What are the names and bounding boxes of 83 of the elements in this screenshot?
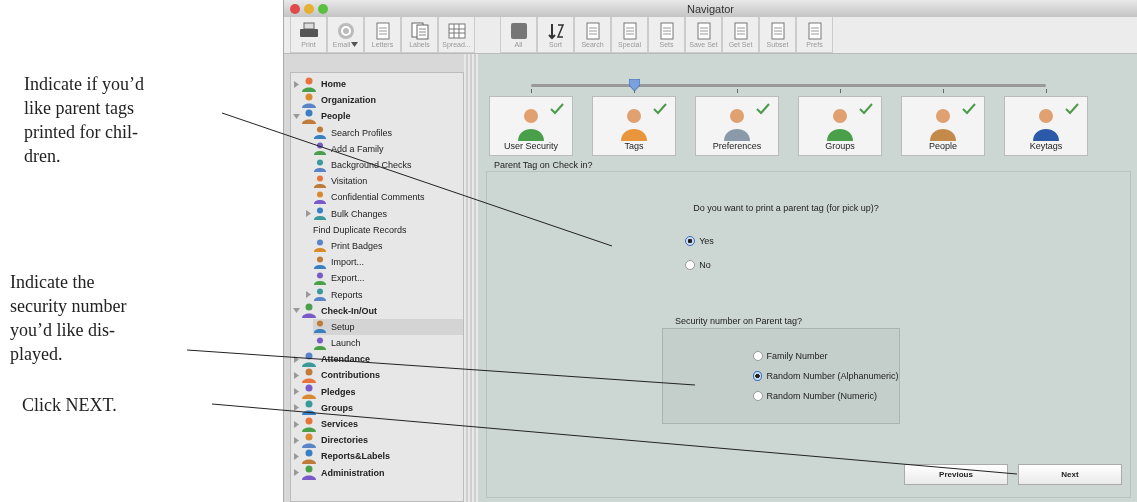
- wizard-step-button[interactable]: Groups: [798, 96, 882, 156]
- expanded-triangle-icon[interactable]: [292, 307, 300, 315]
- person-icon: [313, 142, 327, 156]
- sidebar-item[interactable]: Import...: [313, 254, 463, 271]
- person-icon: [313, 207, 327, 221]
- wizard-step-button[interactable]: User Security: [489, 96, 573, 156]
- sidebar-item[interactable]: Directories: [301, 432, 463, 449]
- sidebar-item[interactable]: People: [301, 108, 463, 125]
- person-icon: [313, 239, 327, 253]
- sidebar-item[interactable]: Visitation: [313, 173, 463, 190]
- person-icon: [301, 448, 317, 464]
- person-icon: [313, 336, 327, 350]
- person-icon: [313, 255, 327, 269]
- person-icon: [301, 465, 317, 481]
- sidebar-item[interactable]: Services: [301, 415, 463, 433]
- minimize-icon[interactable]: [304, 3, 314, 14]
- close-icon[interactable]: [290, 3, 300, 14]
- sidebar-item[interactable]: Home: [301, 76, 463, 93]
- person-icon: [313, 320, 327, 334]
- sidebar-item[interactable]: Add a Family: [313, 140, 463, 157]
- sidebar-item[interactable]: Groups: [301, 399, 463, 416]
- sidebar-item[interactable]: Pledges: [301, 383, 463, 400]
- square-icon: [508, 21, 529, 40]
- person-icon: [301, 416, 317, 432]
- sidebar-item[interactable]: Bulk Changes: [313, 205, 463, 222]
- sidebar-item[interactable]: Export...: [313, 270, 463, 287]
- zoom-icon[interactable]: [318, 3, 328, 14]
- annotation-text: Indicate the security number you’d like dis- played.: [9, 271, 128, 366]
- sidebar-item[interactable]: Organization: [301, 92, 463, 109]
- splitter[interactable]: [464, 54, 478, 502]
- person-icon: [301, 303, 317, 319]
- sidebar-item[interactable]: Reports&Labels: [301, 448, 463, 465]
- next-button[interactable]: Next: [1018, 464, 1122, 485]
- sidebar-item[interactable]: Check-In/Out: [301, 302, 463, 319]
- person-icon: [301, 384, 317, 400]
- question-text: Do you want to print a parent tag (for pick up)?: [693, 203, 879, 213]
- wizard-step-button[interactable]: Preferences: [695, 96, 779, 156]
- section-title: Parent Tag on Check in?: [494, 160, 594, 170]
- printer-icon: [298, 21, 319, 40]
- radio-option[interactable]: Family Number: [752, 351, 899, 361]
- expanded-triangle-icon[interactable]: [292, 112, 300, 120]
- sidebar-item[interactable]: Launch: [313, 335, 463, 352]
- person-icon: [313, 288, 327, 302]
- person-icon: [313, 271, 327, 285]
- sidebar-item[interactable]: Print Badges: [313, 237, 463, 255]
- grid-icon: [446, 21, 467, 40]
- sidebar-item[interactable]: Find Duplicate Records: [313, 221, 463, 238]
- radio-option[interactable]: Random Number (Alphanumeric): [752, 371, 899, 381]
- person-icon: [301, 367, 317, 383]
- sidebar-item[interactable]: Administration: [301, 464, 463, 481]
- sidebar-item[interactable]: Setup: [313, 318, 463, 335]
- person-icon: [301, 92, 317, 108]
- sidebar-item[interactable]: Confidential Comments: [313, 189, 463, 206]
- person-icon: [301, 432, 317, 448]
- person-icon: [301, 400, 317, 416]
- annotation-text: Click NEXT.: [21, 394, 118, 417]
- annotation-text: Indicate if you’d like parent tags printed for chil- dren.: [23, 73, 145, 168]
- sidebar-item[interactable]: Reports: [313, 286, 463, 303]
- wizard-step-button[interactable]: Keytags: [1004, 96, 1088, 156]
- radio-option[interactable]: Yes: [685, 236, 714, 246]
- collapsed-triangle-icon[interactable]: [292, 355, 300, 363]
- previous-button[interactable]: Previous: [904, 464, 1008, 485]
- sidebar-item[interactable]: Contributions: [301, 367, 463, 384]
- slider-thumb[interactable]: [629, 79, 640, 91]
- sidebar-item[interactable]: Search Profiles: [313, 124, 463, 141]
- person-icon: [313, 126, 327, 140]
- sort-arrow-icon: [545, 21, 566, 40]
- wizard-step-button[interactable]: People: [901, 96, 985, 156]
- group-title: Security number on Parent tag?: [674, 316, 803, 326]
- sidebar-item[interactable]: Background Checks: [313, 156, 463, 174]
- window-title: Navigator: [685, 2, 736, 15]
- progress-slider[interactable]: [531, 80, 1046, 94]
- person-icon: [313, 158, 327, 172]
- person-icon: [301, 351, 317, 367]
- documents-icon: [409, 21, 430, 40]
- collapsed-triangle-icon[interactable]: [292, 404, 300, 412]
- person-icon: [301, 108, 317, 124]
- radio-option[interactable]: Random Number (Numeric): [752, 391, 899, 401]
- wizard-step-button[interactable]: Tags: [592, 96, 676, 156]
- person-icon: [313, 174, 327, 188]
- person-icon: [313, 190, 327, 204]
- person-icon: [301, 76, 317, 92]
- radio-option[interactable]: No: [685, 260, 714, 270]
